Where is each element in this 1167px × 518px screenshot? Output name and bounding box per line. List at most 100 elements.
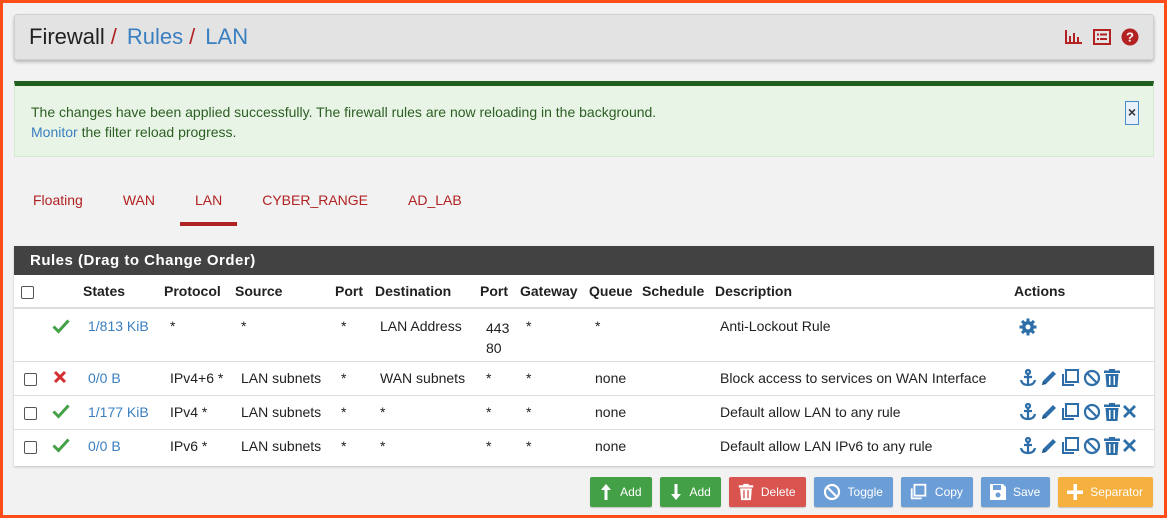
pencil-icon[interactable] xyxy=(1038,437,1060,454)
source-port-value: * xyxy=(335,360,375,395)
destination-port-value: * xyxy=(480,394,520,429)
close-icon[interactable] xyxy=(1122,437,1138,453)
col-status xyxy=(48,275,83,309)
block-icon xyxy=(48,360,83,395)
source-value: * xyxy=(235,307,335,361)
list-icon[interactable] xyxy=(1093,28,1111,46)
copy-icon[interactable] xyxy=(1060,403,1082,421)
toggle-button[interactable]: Toggle xyxy=(813,477,893,507)
row-checkbox[interactable] xyxy=(14,428,48,463)
chart-icon[interactable] xyxy=(1064,28,1083,46)
anchor-icon[interactable] xyxy=(1018,369,1038,387)
pass-icon xyxy=(48,394,83,429)
separator-label: Separator xyxy=(1090,485,1143,499)
source-port-value: * xyxy=(335,307,375,361)
col-queue: Queue xyxy=(589,275,642,309)
col-gateway: Gateway xyxy=(520,275,589,309)
delete-label: Delete xyxy=(760,485,796,499)
gear-icon[interactable] xyxy=(1019,318,1037,336)
disable-icon[interactable] xyxy=(1082,369,1102,387)
destination-port-line: 443 xyxy=(486,320,510,336)
protocol-value: IPv4 * xyxy=(164,394,235,429)
add-top-icon xyxy=(598,482,614,502)
alert-message: The changes have been applied successful… xyxy=(31,104,657,120)
col-protocol: Protocol xyxy=(164,275,235,309)
tab-ad-lab[interactable]: AD_LAB xyxy=(393,180,477,226)
protocol-value: IPv6 * xyxy=(164,428,235,463)
source-value: LAN subnets xyxy=(235,394,335,429)
col-source: Source xyxy=(235,275,335,309)
row-checkbox[interactable] xyxy=(14,394,48,429)
description-value: Block access to services on WAN Interfac… xyxy=(715,360,1014,395)
rules-table: States Protocol Source Port Destination … xyxy=(14,275,1154,463)
trash-icon xyxy=(737,483,755,501)
states-value[interactable]: 1/177 KiB xyxy=(83,394,164,429)
trash-icon[interactable] xyxy=(1102,369,1122,388)
queue-value: none xyxy=(589,360,642,395)
close-icon[interactable]: × xyxy=(1125,101,1139,125)
monitor-link[interactable]: Monitor xyxy=(31,124,78,140)
protocol-value: * xyxy=(164,307,235,361)
trash-icon[interactable] xyxy=(1102,403,1122,422)
disable-icon[interactable] xyxy=(1082,437,1102,455)
destination-port-value: * xyxy=(480,360,520,395)
schedule-value xyxy=(642,307,715,361)
gateway-value: * xyxy=(520,394,589,429)
queue-value: none xyxy=(589,428,642,463)
table-row[interactable]: 1/813 KiB * * * LAN Address 443 80 * * A… xyxy=(14,307,1154,361)
col-destination-port: Port xyxy=(480,275,520,309)
pencil-icon[interactable] xyxy=(1038,403,1060,420)
queue-value: none xyxy=(589,394,642,429)
col-schedule: Schedule xyxy=(642,275,715,309)
breadcrumb-separator: / xyxy=(189,24,196,49)
source-value: LAN subnets xyxy=(235,360,335,395)
select-all-checkbox[interactable] xyxy=(14,275,48,309)
breadcrumb-lan[interactable]: LAN xyxy=(205,24,248,50)
states-value[interactable]: 0/0 B xyxy=(83,360,164,395)
anchor-icon[interactable] xyxy=(1018,403,1038,421)
trash-icon[interactable] xyxy=(1102,437,1122,456)
anchor-icon[interactable] xyxy=(1018,437,1038,455)
add-top-button[interactable]: Add xyxy=(590,477,652,507)
add-bottom-label: Add xyxy=(689,485,711,499)
tab-lan[interactable]: LAN xyxy=(179,180,238,226)
copy-icon[interactable] xyxy=(1060,369,1082,387)
disable-icon[interactable] xyxy=(1082,403,1102,421)
row-checkbox[interactable] xyxy=(14,360,48,395)
col-description: Description xyxy=(715,275,1014,309)
copy-button[interactable]: Copy xyxy=(900,477,973,507)
table-row[interactable]: 0/0 B IPv6 * LAN subnets * * * * none De… xyxy=(14,428,1154,463)
destination-port-value: * xyxy=(480,428,520,463)
destination-value: WAN subnets xyxy=(375,360,480,395)
breadcrumb-rules[interactable]: Rules xyxy=(127,24,183,50)
save-button[interactable]: Save xyxy=(980,477,1051,507)
rule-buttons: Add Add Delete Toggle Copy Save Separato… xyxy=(590,477,1153,507)
table-header: States Protocol Source Port Destination … xyxy=(14,275,1154,309)
states-value[interactable]: 0/0 B xyxy=(83,428,164,463)
success-alert: The changes have been applied successful… xyxy=(14,81,1154,157)
row-checkbox-empty xyxy=(14,307,48,361)
pass-icon xyxy=(48,307,83,361)
rules-panel: Rules (Drag to Change Order) States Prot… xyxy=(14,246,1154,466)
table-row[interactable]: 1/177 KiB IPv4 * LAN subnets * * * * non… xyxy=(14,394,1154,429)
schedule-value xyxy=(642,360,715,395)
pencil-icon[interactable] xyxy=(1038,369,1060,386)
table-row[interactable]: 0/0 B IPv4+6 * LAN subnets * WAN subnets… xyxy=(14,360,1154,395)
delete-button[interactable]: Delete xyxy=(728,477,806,507)
close-icon[interactable] xyxy=(1122,403,1138,419)
col-destination: Destination xyxy=(375,275,480,309)
copy-icon[interactable] xyxy=(1060,437,1082,455)
tab-floating[interactable]: Floating xyxy=(18,180,98,226)
alert-message-line2: Monitor the filter reload progress. xyxy=(31,122,1137,142)
add-bottom-button[interactable]: Add xyxy=(659,477,721,507)
save-label: Save xyxy=(1012,485,1041,499)
source-port-value: * xyxy=(335,394,375,429)
separator-button[interactable]: Separator xyxy=(1058,477,1153,507)
row-actions xyxy=(1014,307,1154,361)
states-value[interactable]: 1/813 KiB xyxy=(83,307,164,361)
help-icon[interactable]: ? xyxy=(1121,28,1139,46)
tab-cyber-range[interactable]: CYBER_RANGE xyxy=(247,180,383,226)
header-icons: ? xyxy=(1064,28,1139,46)
description-value: Default allow LAN IPv6 to any rule xyxy=(715,428,1014,463)
tab-wan[interactable]: WAN xyxy=(108,180,170,226)
